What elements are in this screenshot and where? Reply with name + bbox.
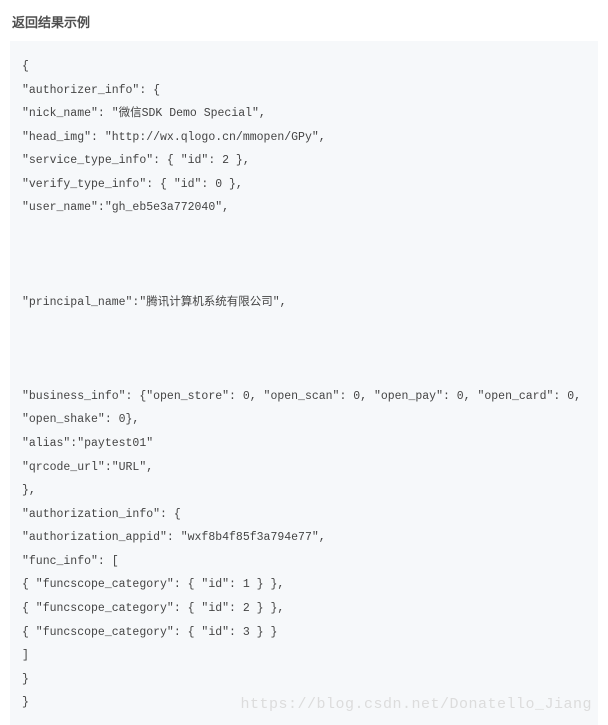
code-text: { "authorizer_info": { "nick_name": "微信S… xyxy=(22,60,588,709)
code-block: { "authorizer_info": { "nick_name": "微信S… xyxy=(10,41,598,725)
watermark-text: https://blog.csdn.net/Donatello_Jiang xyxy=(240,690,592,721)
section-heading: 返回结果示例 xyxy=(12,12,598,31)
document-container: 返回结果示例 { "authorizer_info": { "nick_name… xyxy=(0,0,608,725)
